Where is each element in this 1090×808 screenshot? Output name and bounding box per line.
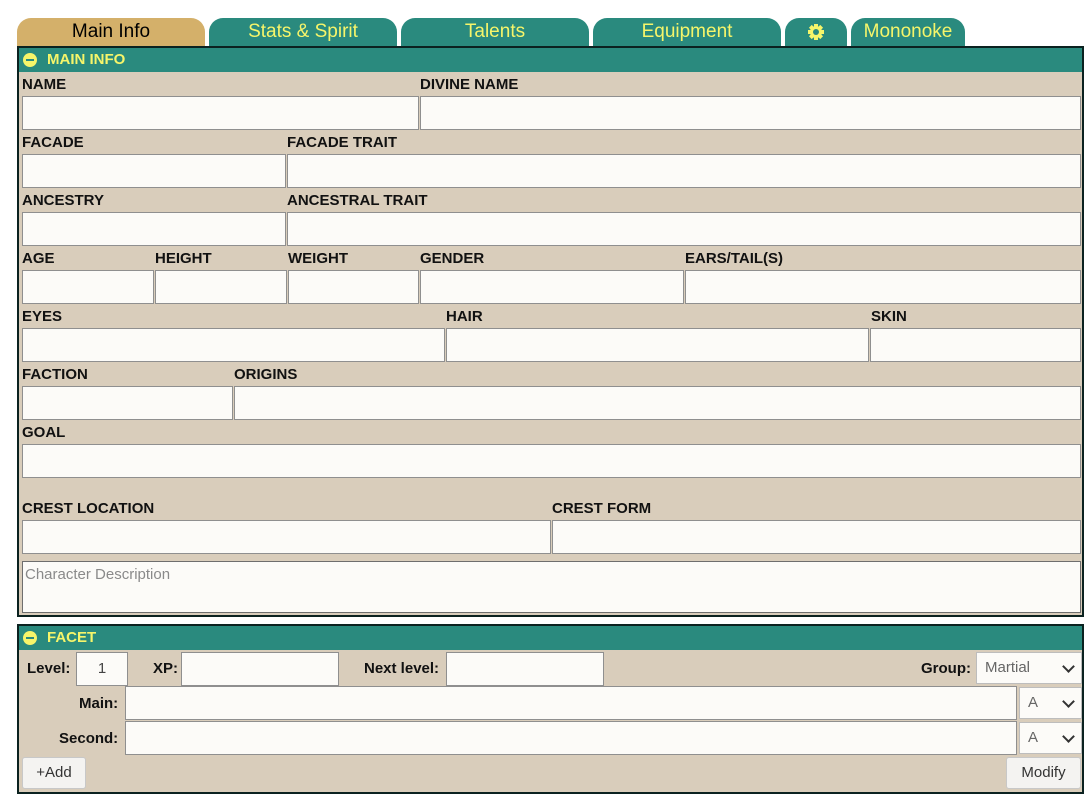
main-field[interactable] [125, 686, 1017, 720]
second-grade-select[interactable]: A [1019, 722, 1082, 754]
tab-talents[interactable]: Talents [401, 18, 589, 46]
main-label: Main: [79, 695, 119, 712]
divine-name-field[interactable] [420, 96, 1081, 130]
ancestral-trait-label: ANCESTRAL TRAIT [287, 192, 428, 209]
eyes-field[interactable] [22, 328, 445, 362]
group-label: Group: [921, 660, 971, 677]
main-grade-value: A [1028, 694, 1039, 711]
skin-label: SKIN [871, 308, 907, 325]
origins-field[interactable] [234, 386, 1081, 420]
goal-field[interactable] [22, 444, 1081, 478]
chevron-down-icon [1062, 660, 1075, 673]
faction-field[interactable] [22, 386, 233, 420]
tab-equipment[interactable]: Equipment [593, 18, 781, 46]
crest-location-field[interactable] [22, 520, 551, 554]
character-description-field[interactable]: Character Description [22, 561, 1081, 613]
hair-field[interactable] [446, 328, 869, 362]
group-select-value: Martial [985, 659, 1031, 676]
weight-label: WEIGHT [288, 250, 348, 267]
main-info-panel: MAIN INFO NAME DIVINE NAME FACADE FACADE… [17, 46, 1084, 617]
second-grade-value: A [1028, 729, 1039, 746]
name-field[interactable] [22, 96, 419, 130]
name-label: NAME [22, 76, 67, 93]
facet-title: FACET [47, 629, 97, 646]
level-field[interactable]: 1 [76, 652, 128, 686]
facade-label: FACADE [22, 134, 84, 151]
xp-label: XP: [153, 660, 179, 677]
ears-tails-field[interactable] [685, 270, 1081, 304]
divine-name-label: DIVINE NAME [420, 76, 519, 93]
chevron-down-icon [1062, 730, 1075, 743]
ears-tails-label: EARS/TAIL(S) [685, 250, 784, 267]
group-select[interactable]: Martial [976, 652, 1082, 684]
age-label: AGE [22, 250, 55, 267]
crest-location-label: CREST LOCATION [22, 500, 155, 517]
collapse-icon[interactable] [23, 631, 37, 645]
tab-mononoke[interactable]: Mononoke [851, 18, 965, 46]
level-label: Level: [27, 660, 71, 677]
origins-label: ORIGINS [234, 366, 298, 383]
skin-field[interactable] [870, 328, 1081, 362]
chevron-down-icon [1062, 695, 1075, 708]
next-level-label: Next level: [364, 660, 440, 677]
second-label: Second: [59, 730, 119, 747]
facade-field[interactable] [22, 154, 286, 188]
eyes-label: EYES [22, 308, 63, 325]
gender-label: GENDER [420, 250, 485, 267]
crest-form-label: CREST FORM [552, 500, 652, 517]
modify-button[interactable]: Modify [1006, 757, 1081, 789]
tab-settings[interactable] [785, 18, 847, 46]
second-field[interactable] [125, 721, 1017, 755]
facade-trait-label: FACADE TRAIT [287, 134, 397, 151]
tab-main-info[interactable]: Main Info [17, 18, 205, 46]
xp-field[interactable] [181, 652, 339, 686]
ancestry-field[interactable] [22, 212, 286, 246]
collapse-icon[interactable] [23, 53, 37, 67]
main-info-header[interactable]: MAIN INFO [19, 48, 1082, 72]
facade-trait-field[interactable] [287, 154, 1081, 188]
facet-panel: FACET Level: 1 XP: Next level: Group: Ma… [17, 624, 1084, 794]
tab-stats-spirit[interactable]: Stats & Spirit [209, 18, 397, 46]
goal-label: GOAL [22, 424, 66, 441]
ancestral-trait-field[interactable] [287, 212, 1081, 246]
facet-header[interactable]: FACET [19, 626, 1082, 650]
height-field[interactable] [155, 270, 287, 304]
main-info-title: MAIN INFO [47, 51, 126, 68]
next-level-field[interactable] [446, 652, 604, 686]
main-grade-select[interactable]: A [1019, 687, 1082, 719]
add-button[interactable]: +Add [22, 757, 86, 789]
height-label: HEIGHT [155, 250, 212, 267]
ancestry-label: ANCESTRY [22, 192, 104, 209]
weight-field[interactable] [288, 270, 419, 304]
crest-form-field[interactable] [552, 520, 1081, 554]
faction-label: FACTION [22, 366, 88, 383]
hair-label: HAIR [446, 308, 483, 325]
gender-field[interactable] [420, 270, 684, 304]
gear-icon [808, 23, 824, 40]
age-field[interactable] [22, 270, 154, 304]
